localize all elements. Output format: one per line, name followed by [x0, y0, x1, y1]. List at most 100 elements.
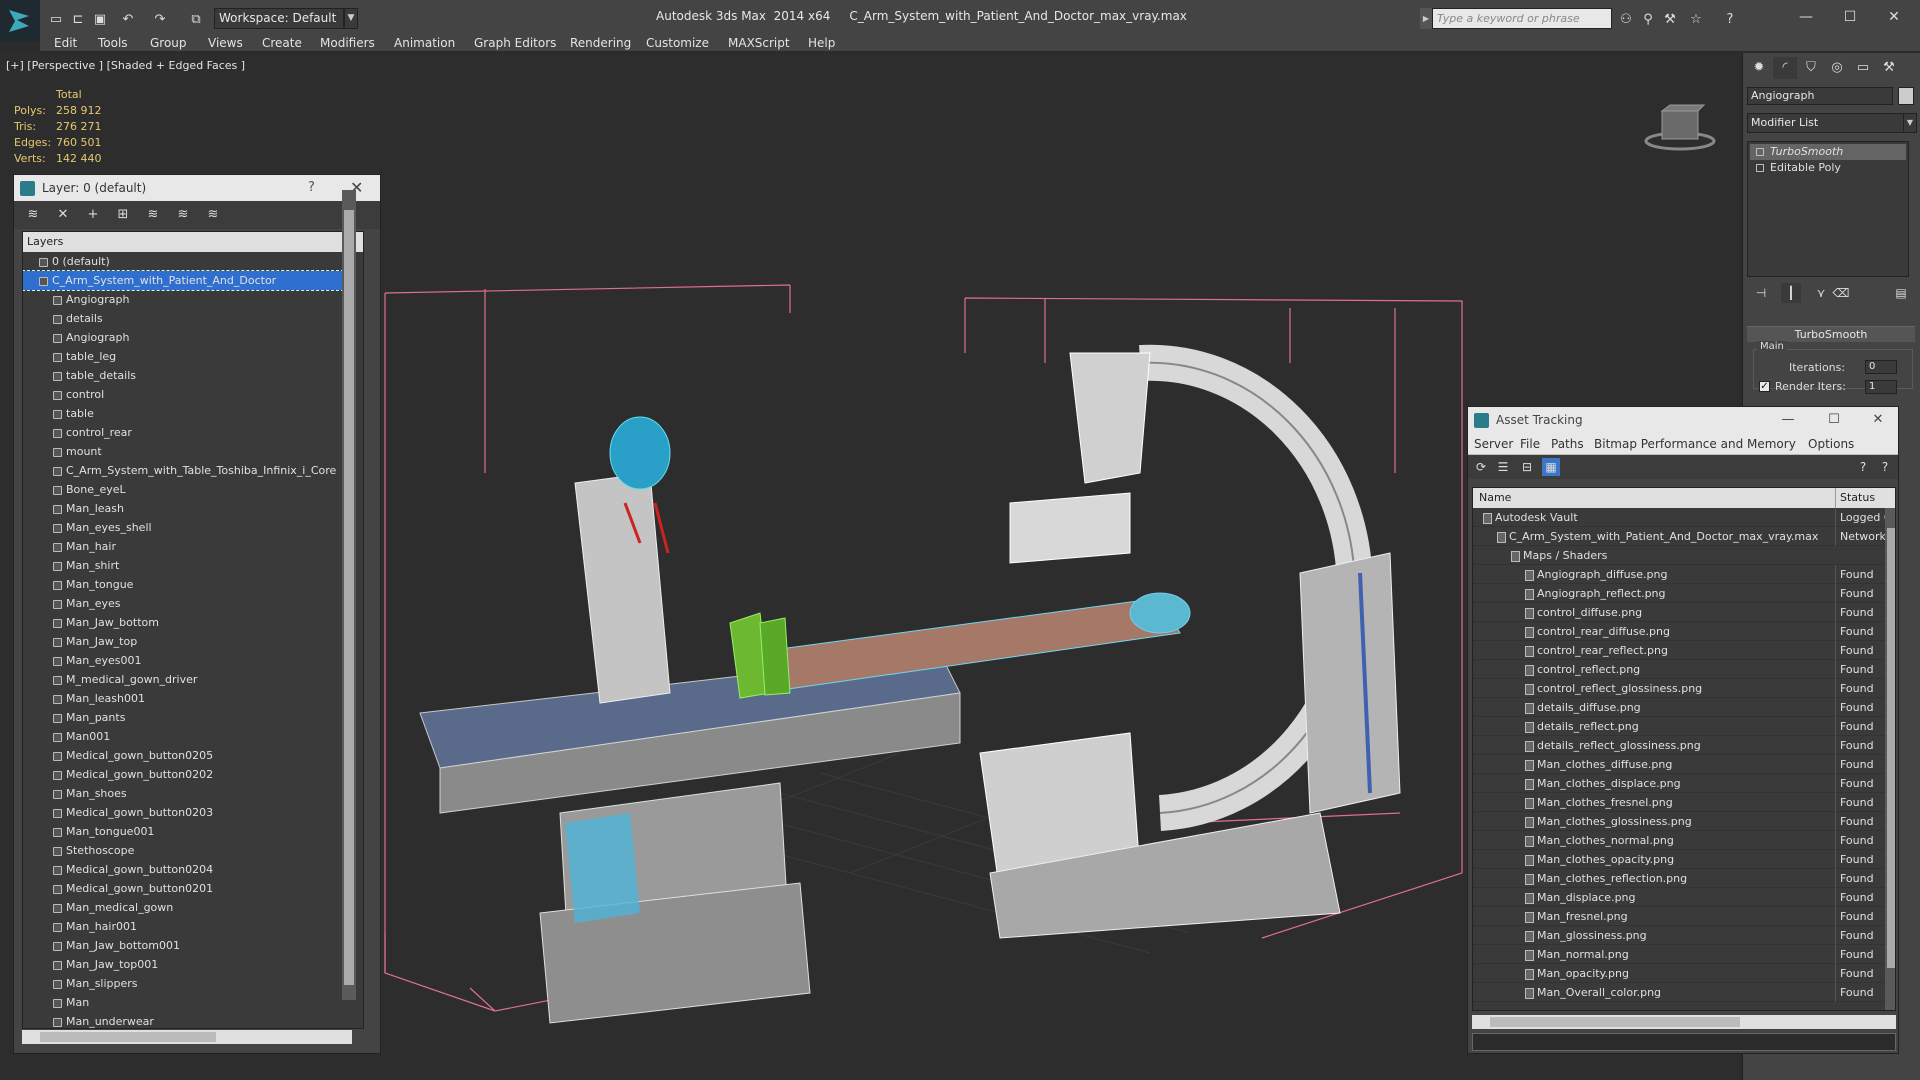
- thumbnail-view-icon[interactable]: ⊟: [1518, 458, 1536, 476]
- layer-row[interactable]: Man_shoes: [23, 784, 343, 803]
- communication-center-icon[interactable]: ⚲: [1638, 9, 1658, 29]
- delete-layer-icon[interactable]: ✕: [54, 206, 72, 224]
- menu-rendering[interactable]: Rendering: [570, 32, 631, 54]
- modifier-list-dropdown[interactable]: Modifier List: [1747, 113, 1907, 133]
- status-column-header[interactable]: Status: [1835, 488, 1875, 508]
- menu-animation[interactable]: Animation: [394, 32, 455, 54]
- layer-row[interactable]: 0 (default): [23, 252, 343, 271]
- asset-row[interactable]: details_diffuse.png Found: [1473, 698, 1885, 717]
- menu-modifiers[interactable]: Modifiers: [320, 32, 375, 54]
- menu-views[interactable]: Views: [208, 32, 243, 54]
- asset-row[interactable]: details_reflect.png Found: [1473, 717, 1885, 736]
- menu-group[interactable]: Group: [150, 32, 187, 54]
- refresh-icon[interactable]: ⟳: [1472, 458, 1490, 476]
- layer-row[interactable]: Man_Jaw_bottom: [23, 613, 343, 632]
- menu-tools[interactable]: Tools: [98, 32, 128, 54]
- asset-row[interactable]: Angiograph_reflect.png Found: [1473, 584, 1885, 603]
- menu-help[interactable]: Help: [808, 32, 835, 54]
- render-iters-checkbox[interactable]: ✓: [1759, 381, 1770, 392]
- layer-horizontal-thumb[interactable]: [40, 1032, 216, 1042]
- freeze-all-icon[interactable]: ≋: [204, 206, 222, 224]
- remove-modifier-icon[interactable]: ⌫: [1831, 283, 1851, 303]
- asset-row[interactable]: control_reflect.png Found: [1473, 660, 1885, 679]
- layers-column-header[interactable]: Layers: [23, 232, 363, 252]
- pin-stack-icon[interactable]: ⊣: [1751, 283, 1771, 303]
- render-iters-spinner[interactable]: 1: [1865, 380, 1897, 394]
- open-file-icon[interactable]: ⊏: [68, 9, 88, 29]
- hide-all-icon[interactable]: ≋: [174, 206, 192, 224]
- chevron-right-icon[interactable]: ▶: [1420, 8, 1432, 29]
- menu-customize[interactable]: Customize: [646, 32, 709, 54]
- stack-item-editable-poly[interactable]: Editable Poly: [1750, 160, 1906, 176]
- redo-icon[interactable]: ↷: [150, 9, 170, 29]
- asset-row[interactable]: control_rear_diffuse.png Found: [1473, 622, 1885, 641]
- asset-row[interactable]: Man_clothes_normal.png Found: [1473, 831, 1885, 850]
- layer-row[interactable]: Medical_gown_button0202: [23, 765, 343, 784]
- layer-row[interactable]: table_leg: [23, 347, 343, 366]
- asset-row[interactable]: Man_normal.png Found: [1473, 945, 1885, 964]
- layer-row[interactable]: control: [23, 385, 343, 404]
- asset-row[interactable]: control_rear_reflect.png Found: [1473, 641, 1885, 660]
- stack-item-turbosmooth[interactable]: TurboSmooth: [1750, 144, 1906, 160]
- layer-row[interactable]: Man_eyes001: [23, 651, 343, 670]
- layer-row[interactable]: Medical_gown_button0204: [23, 860, 343, 879]
- asset-row[interactable]: C_Arm_System_with_Patient_And_Doctor_max…: [1473, 527, 1885, 546]
- object-name-field[interactable]: Angiograph: [1747, 87, 1893, 105]
- asset-row[interactable]: control_reflect_glossiness.png Found: [1473, 679, 1885, 698]
- layer-scroll-thumb[interactable]: [344, 210, 354, 985]
- layer-row[interactable]: C_Arm_System_with_Table_Toshiba_Infinix_…: [23, 461, 343, 480]
- menu-maxscript[interactable]: MAXScript: [728, 32, 790, 54]
- asset-row[interactable]: Man_fresnel.png Found: [1473, 907, 1885, 926]
- create-tab-icon[interactable]: ✹: [1747, 57, 1771, 79]
- layer-row[interactable]: details: [23, 309, 343, 328]
- subscription-icon[interactable]: ⚒: [1660, 9, 1680, 29]
- favorites-star-icon[interactable]: ☆: [1686, 9, 1706, 29]
- name-column-header[interactable]: Name: [1479, 488, 1511, 508]
- layer-row[interactable]: Man_Jaw_top: [23, 632, 343, 651]
- asset-row[interactable]: Autodesk Vault Logged O: [1473, 508, 1885, 527]
- layer-row[interactable]: Stethoscope: [23, 841, 343, 860]
- search-input[interactable]: Type a keyword or phrase: [1432, 8, 1612, 29]
- make-unique-icon[interactable]: ⋎: [1811, 283, 1831, 303]
- table-view-icon[interactable]: ▦: [1542, 458, 1560, 476]
- project-folder-icon[interactable]: ⧉: [186, 9, 206, 29]
- asset-row[interactable]: Man_opacity.png Found: [1473, 964, 1885, 983]
- chevron-down-icon[interactable]: ▼: [1903, 113, 1917, 133]
- workspace-dropdown[interactable]: Workspace: Default: [214, 8, 344, 29]
- iterations-spinner[interactable]: 0: [1865, 360, 1897, 374]
- asset-menu-file[interactable]: File: [1520, 433, 1540, 455]
- close-window-button[interactable]: ✕: [1874, 4, 1914, 30]
- save-file-icon[interactable]: ▣: [90, 9, 110, 29]
- app-menu-button[interactable]: [0, 0, 40, 42]
- minimize-button[interactable]: —: [1786, 4, 1826, 30]
- layer-row[interactable]: table: [23, 404, 343, 423]
- menu-graph-editors[interactable]: Graph Editors: [474, 32, 556, 54]
- viewcube-icon[interactable]: [1640, 93, 1720, 153]
- asset-row[interactable]: Man_clothes_diffuse.png Found: [1473, 755, 1885, 774]
- show-end-result-icon[interactable]: ┃: [1781, 283, 1801, 303]
- asset-row[interactable]: Man_clothes_opacity.png Found: [1473, 850, 1885, 869]
- layer-row[interactable]: Bone_eyeL: [23, 480, 343, 499]
- layer-row[interactable]: Man_underwear: [23, 1012, 343, 1028]
- asset-menu-options[interactable]: Options: [1808, 433, 1854, 455]
- configure-sets-icon[interactable]: ▤: [1891, 283, 1911, 303]
- layer-row[interactable]: Man_hair001: [23, 917, 343, 936]
- modify-tab-icon[interactable]: ◜: [1773, 57, 1797, 79]
- layer-row[interactable]: control_rear: [23, 423, 343, 442]
- menu-edit[interactable]: Edit: [54, 32, 77, 54]
- layer-row[interactable]: mount: [23, 442, 343, 461]
- asset-row[interactable]: control_diffuse.png Found: [1473, 603, 1885, 622]
- asset-row[interactable]: Man_glossiness.png Found: [1473, 926, 1885, 945]
- asset-scroll-thumb[interactable]: [1887, 528, 1895, 968]
- help-icon[interactable]: ?: [1720, 9, 1740, 29]
- maximize-button[interactable]: ☐: [1830, 4, 1870, 30]
- layer-row[interactable]: Man: [23, 993, 343, 1012]
- layer-row[interactable]: Medical_gown_button0203: [23, 803, 343, 822]
- layer-row[interactable]: Man_pants: [23, 708, 343, 727]
- layer-row[interactable]: Man_Jaw_bottom001: [23, 936, 343, 955]
- binoculars-icon[interactable]: ⚇: [1616, 9, 1636, 29]
- layer-row[interactable]: Man_eyes_shell: [23, 518, 343, 537]
- object-color-swatch[interactable]: [1898, 87, 1914, 105]
- asset-row[interactable]: Man_clothes_displace.png Found: [1473, 774, 1885, 793]
- asset-menu-paths[interactable]: Paths: [1551, 433, 1584, 455]
